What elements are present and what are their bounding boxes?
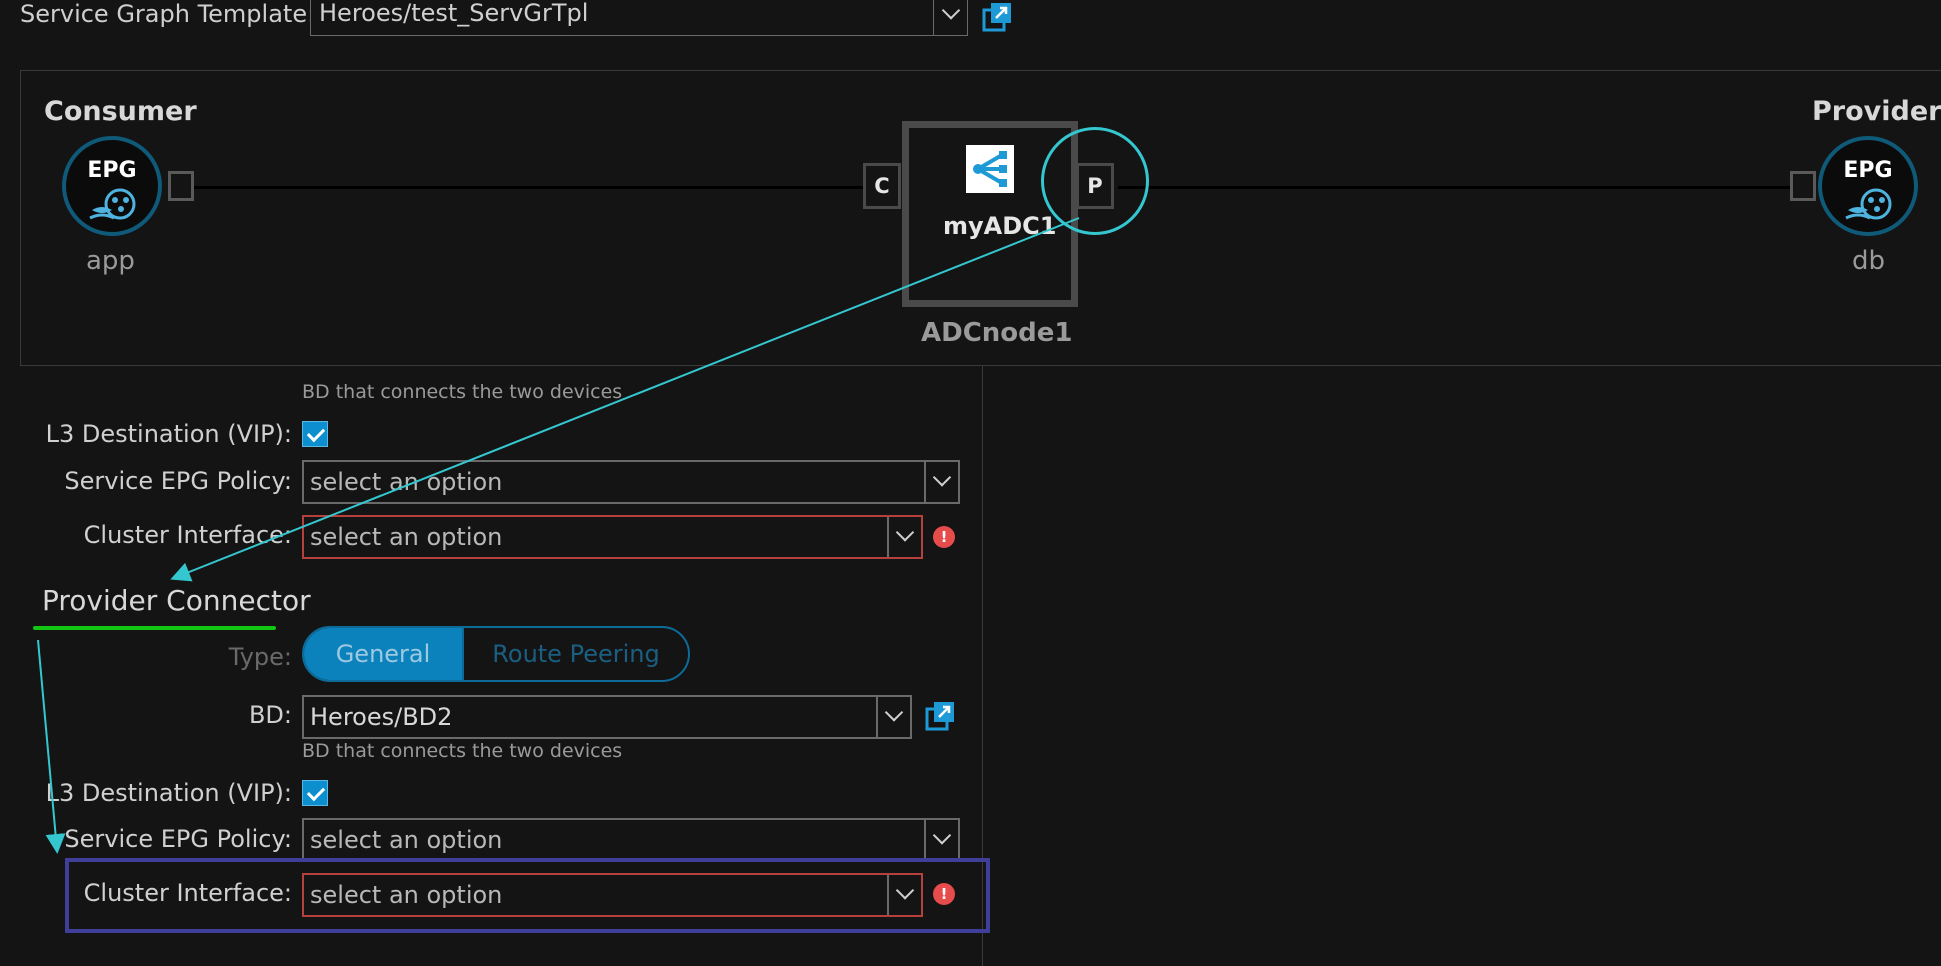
annotation-arrows xyxy=(37,217,1080,854)
